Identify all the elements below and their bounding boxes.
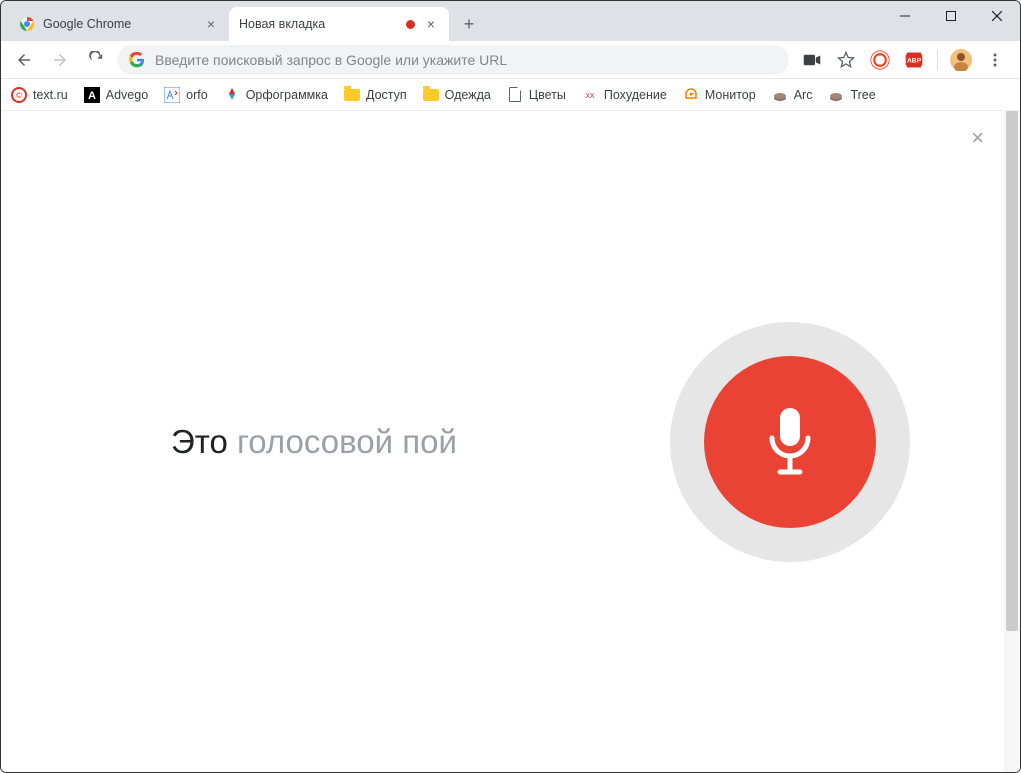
bookmark-label: Орфограммка (246, 88, 328, 102)
menu-icon[interactable] (984, 49, 1006, 71)
orfo-icon (164, 87, 180, 103)
bookmark-label: Одежда (445, 88, 491, 102)
tab-close-icon[interactable]: × (203, 16, 219, 32)
folder-icon (344, 87, 360, 103)
bookmark-folder-clothes[interactable]: Одежда (423, 87, 491, 103)
chrome-icon (19, 16, 35, 32)
bookmark-flowers[interactable]: Цветы (507, 87, 566, 103)
tab-strip: Google Chrome × Новая вкладка × + (1, 1, 483, 41)
scrollbar-thumb[interactable] (1006, 111, 1018, 631)
recording-indicator-icon (406, 20, 415, 29)
bookmark-advego[interactable]: A Advego (84, 87, 148, 103)
tab-new-tab[interactable]: Новая вкладка × (229, 7, 449, 41)
voice-text-recognized: Это (171, 423, 228, 460)
avatar[interactable] (950, 49, 972, 71)
bookmark-label: Arc (794, 88, 813, 102)
bookmark-label: text.ru (33, 88, 68, 102)
bookmark-orfo[interactable]: orfo (164, 87, 208, 103)
scrollbar[interactable] (1004, 111, 1020, 772)
bookmark-label: Цветы (529, 88, 566, 102)
bookmark-weight[interactable]: хх Похудение (582, 87, 667, 103)
close-voice-button[interactable]: × (971, 125, 984, 151)
bookmark-folder-access[interactable]: Доступ (344, 87, 407, 103)
forward-button[interactable] (45, 45, 75, 75)
camera-icon[interactable] (801, 49, 823, 71)
orfogrammka-icon (224, 87, 240, 103)
window-controls (882, 1, 1020, 31)
google-g-icon (129, 52, 145, 68)
page-icon (507, 87, 523, 103)
voice-text-hint: голосовой пой (228, 423, 457, 460)
svg-text:ABP: ABP (907, 57, 922, 64)
bookmark-textru[interactable]: © text.ru (11, 87, 68, 103)
browser-window: Google Chrome × Новая вкладка × + (0, 0, 1021, 773)
mic-ring (670, 322, 910, 562)
tab-close-icon[interactable]: × (423, 16, 439, 32)
bookmark-arc[interactable]: Arc (772, 87, 813, 103)
page-content: × Это голосовой пой (1, 111, 1020, 772)
minimize-button[interactable] (882, 1, 928, 31)
tab-title: Google Chrome (43, 17, 195, 31)
bookmarks-bar: © text.ru A Advego orfo Орфограммка Доступ… (1, 79, 1020, 111)
back-button[interactable] (9, 45, 39, 75)
bookmark-label: Монитор (705, 88, 756, 102)
weight-icon: хх (582, 87, 598, 103)
tree-icon (828, 87, 844, 103)
textru-icon: © (11, 87, 27, 103)
microphone-button[interactable] (704, 356, 876, 528)
bookmark-label: Advego (106, 88, 148, 102)
folder-icon (423, 87, 439, 103)
monitor-icon (683, 87, 699, 103)
new-tab-button[interactable]: + (455, 10, 483, 38)
titlebar: Google Chrome × Новая вкладка × + (1, 1, 1020, 41)
voice-search-panel: Это голосовой пой (1, 322, 1020, 562)
star-icon[interactable] (835, 49, 857, 71)
microphone-icon (762, 404, 818, 480)
tab-google-chrome[interactable]: Google Chrome × (9, 7, 229, 41)
svg-text:©: © (16, 91, 22, 100)
tab-title: Новая вкладка (239, 17, 398, 31)
address-bar[interactable]: Введите поисковый запрос в Google или ук… (117, 45, 789, 75)
svg-text:A: A (88, 90, 96, 102)
close-window-button[interactable] (974, 1, 1020, 31)
toolbar-actions: ABP (795, 49, 1012, 71)
advego-icon: A (84, 87, 100, 103)
arc-icon (772, 87, 788, 103)
bookmark-label: Tree (850, 88, 875, 102)
separator (937, 50, 938, 70)
voice-transcript: Это голосовой пой (51, 423, 670, 461)
reload-button[interactable] (81, 45, 111, 75)
bookmark-label: Доступ (366, 88, 407, 102)
bookmark-monitor[interactable]: Монитор (683, 87, 756, 103)
toolbar: Введите поисковый запрос в Google или ук… (1, 41, 1020, 79)
maximize-button[interactable] (928, 1, 974, 31)
svg-text:хх: хх (585, 90, 595, 100)
yandex-icon[interactable] (869, 49, 891, 71)
bookmark-tree[interactable]: Tree (828, 87, 875, 103)
abp-icon[interactable]: ABP (903, 49, 925, 71)
omnibox-placeholder: Введите поисковый запрос в Google или ук… (155, 52, 507, 68)
bookmark-orfogrammka[interactable]: Орфограммка (224, 87, 328, 103)
bookmark-label: orfo (186, 88, 208, 102)
bookmark-label: Похудение (604, 88, 667, 102)
